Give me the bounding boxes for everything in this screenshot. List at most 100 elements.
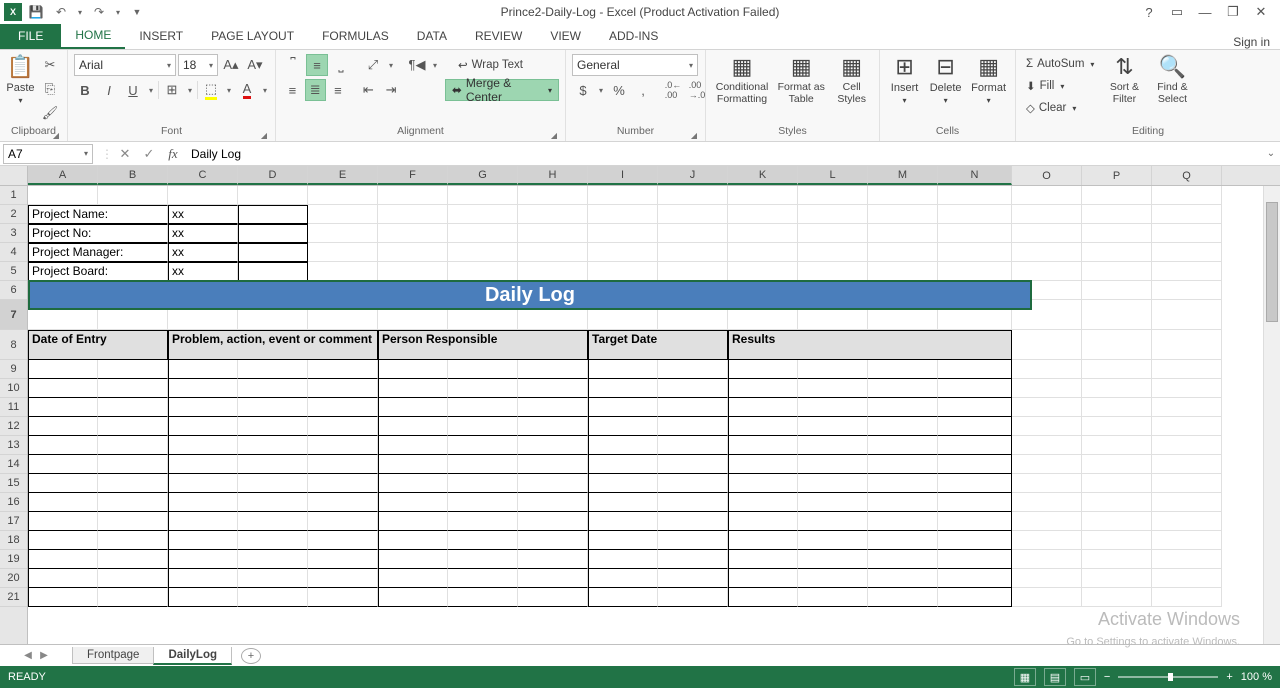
cell[interactable]: [378, 243, 448, 262]
cell[interactable]: [518, 512, 588, 531]
cell[interactable]: [1152, 300, 1222, 330]
cell[interactable]: [168, 455, 238, 474]
align-right-icon[interactable]: ≡: [328, 79, 349, 101]
cell[interactable]: [238, 474, 308, 493]
cell[interactable]: [658, 224, 728, 243]
column-header[interactable]: M: [868, 166, 938, 185]
cell[interactable]: [518, 436, 588, 455]
cell[interactable]: [518, 243, 588, 262]
cell[interactable]: [658, 417, 728, 436]
cell[interactable]: [98, 186, 168, 205]
cell[interactable]: [98, 569, 168, 588]
conditional-formatting-button[interactable]: ▦Conditional Formatting: [712, 54, 772, 105]
decrease-indent-icon[interactable]: ⇤: [358, 79, 379, 101]
sheet-tab-dailylog[interactable]: DailyLog: [153, 647, 232, 665]
cell[interactable]: [1082, 186, 1152, 205]
cell[interactable]: Person Responsible: [378, 330, 588, 360]
cell[interactable]: [798, 262, 868, 281]
cell[interactable]: [238, 186, 308, 205]
cell[interactable]: [868, 224, 938, 243]
select-all-cell[interactable]: [0, 166, 27, 186]
cell[interactable]: [1082, 417, 1152, 436]
font-size-combo[interactable]: 18▾: [178, 54, 218, 76]
cell[interactable]: [518, 474, 588, 493]
cell[interactable]: [938, 531, 1012, 550]
alignment-launcher[interactable]: ◢: [551, 131, 557, 140]
decrease-font-icon[interactable]: A▾: [244, 54, 266, 76]
cell[interactable]: [1012, 493, 1082, 512]
cell[interactable]: [28, 398, 98, 417]
cell[interactable]: [728, 436, 798, 455]
cell[interactable]: [98, 474, 168, 493]
cell[interactable]: [798, 205, 868, 224]
cell[interactable]: [378, 493, 448, 512]
normal-view-icon[interactable]: ▦: [1014, 668, 1036, 686]
cell[interactable]: [588, 398, 658, 417]
align-bottom-icon[interactable]: ⎵: [330, 54, 352, 76]
cell[interactable]: [378, 360, 448, 379]
cell-styles-button[interactable]: ▦Cell Styles: [830, 54, 873, 105]
sheet-nav-prev[interactable]: ◀: [20, 650, 36, 661]
cell[interactable]: [588, 474, 658, 493]
cell[interactable]: [378, 436, 448, 455]
format-cells-button[interactable]: ▦Format▾: [968, 54, 1009, 105]
expand-formula-bar[interactable]: ⌄: [1262, 148, 1280, 159]
column-header[interactable]: L: [798, 166, 868, 185]
cell[interactable]: [28, 186, 98, 205]
font-color-button[interactable]: A: [236, 79, 258, 101]
cell[interactable]: [518, 455, 588, 474]
cell[interactable]: [448, 398, 518, 417]
border-dropdown[interactable]: ▾: [185, 86, 195, 95]
cell[interactable]: [28, 417, 98, 436]
cell[interactable]: [868, 379, 938, 398]
cell[interactable]: [1082, 493, 1152, 512]
cell[interactable]: [1012, 205, 1082, 224]
cell[interactable]: [1152, 186, 1222, 205]
cell[interactable]: [28, 531, 98, 550]
row-header[interactable]: 1: [0, 186, 27, 205]
cell[interactable]: [238, 531, 308, 550]
cell[interactable]: [168, 360, 238, 379]
cell[interactable]: [28, 550, 98, 569]
cell[interactable]: [98, 550, 168, 569]
cell[interactable]: [1012, 588, 1082, 607]
cell[interactable]: [1082, 360, 1152, 379]
cell[interactable]: [868, 398, 938, 417]
column-header[interactable]: C: [168, 166, 238, 185]
cell[interactable]: [588, 379, 658, 398]
cell[interactable]: [798, 186, 868, 205]
cell[interactable]: [518, 205, 588, 224]
cell[interactable]: [238, 569, 308, 588]
cell[interactable]: [868, 531, 938, 550]
cell[interactable]: [938, 398, 1012, 417]
cell[interactable]: [98, 493, 168, 512]
cell[interactable]: [168, 379, 238, 398]
cell[interactable]: [588, 224, 658, 243]
cell[interactable]: [938, 243, 1012, 262]
cell[interactable]: [28, 512, 98, 531]
cell[interactable]: [938, 436, 1012, 455]
cell[interactable]: [168, 531, 238, 550]
wrap-text-button[interactable]: ↩Wrap Text: [454, 55, 527, 75]
cell[interactable]: [868, 550, 938, 569]
cell[interactable]: [168, 186, 238, 205]
cell[interactable]: [658, 360, 728, 379]
cell[interactable]: [798, 224, 868, 243]
column-header[interactable]: O: [1012, 166, 1082, 185]
row-header[interactable]: 6: [0, 281, 27, 300]
cell[interactable]: [28, 569, 98, 588]
cell[interactable]: [588, 569, 658, 588]
cell[interactable]: [28, 493, 98, 512]
tab-insert[interactable]: INSERT: [125, 23, 197, 49]
cell[interactable]: [168, 569, 238, 588]
cell[interactable]: [1012, 474, 1082, 493]
cell[interactable]: [448, 550, 518, 569]
cell[interactable]: [308, 512, 378, 531]
row-header[interactable]: 11: [0, 398, 27, 417]
cell[interactable]: [728, 512, 798, 531]
cell[interactable]: [448, 455, 518, 474]
cell[interactable]: [658, 474, 728, 493]
cell[interactable]: [658, 588, 728, 607]
cell[interactable]: [798, 360, 868, 379]
cell[interactable]: [728, 379, 798, 398]
